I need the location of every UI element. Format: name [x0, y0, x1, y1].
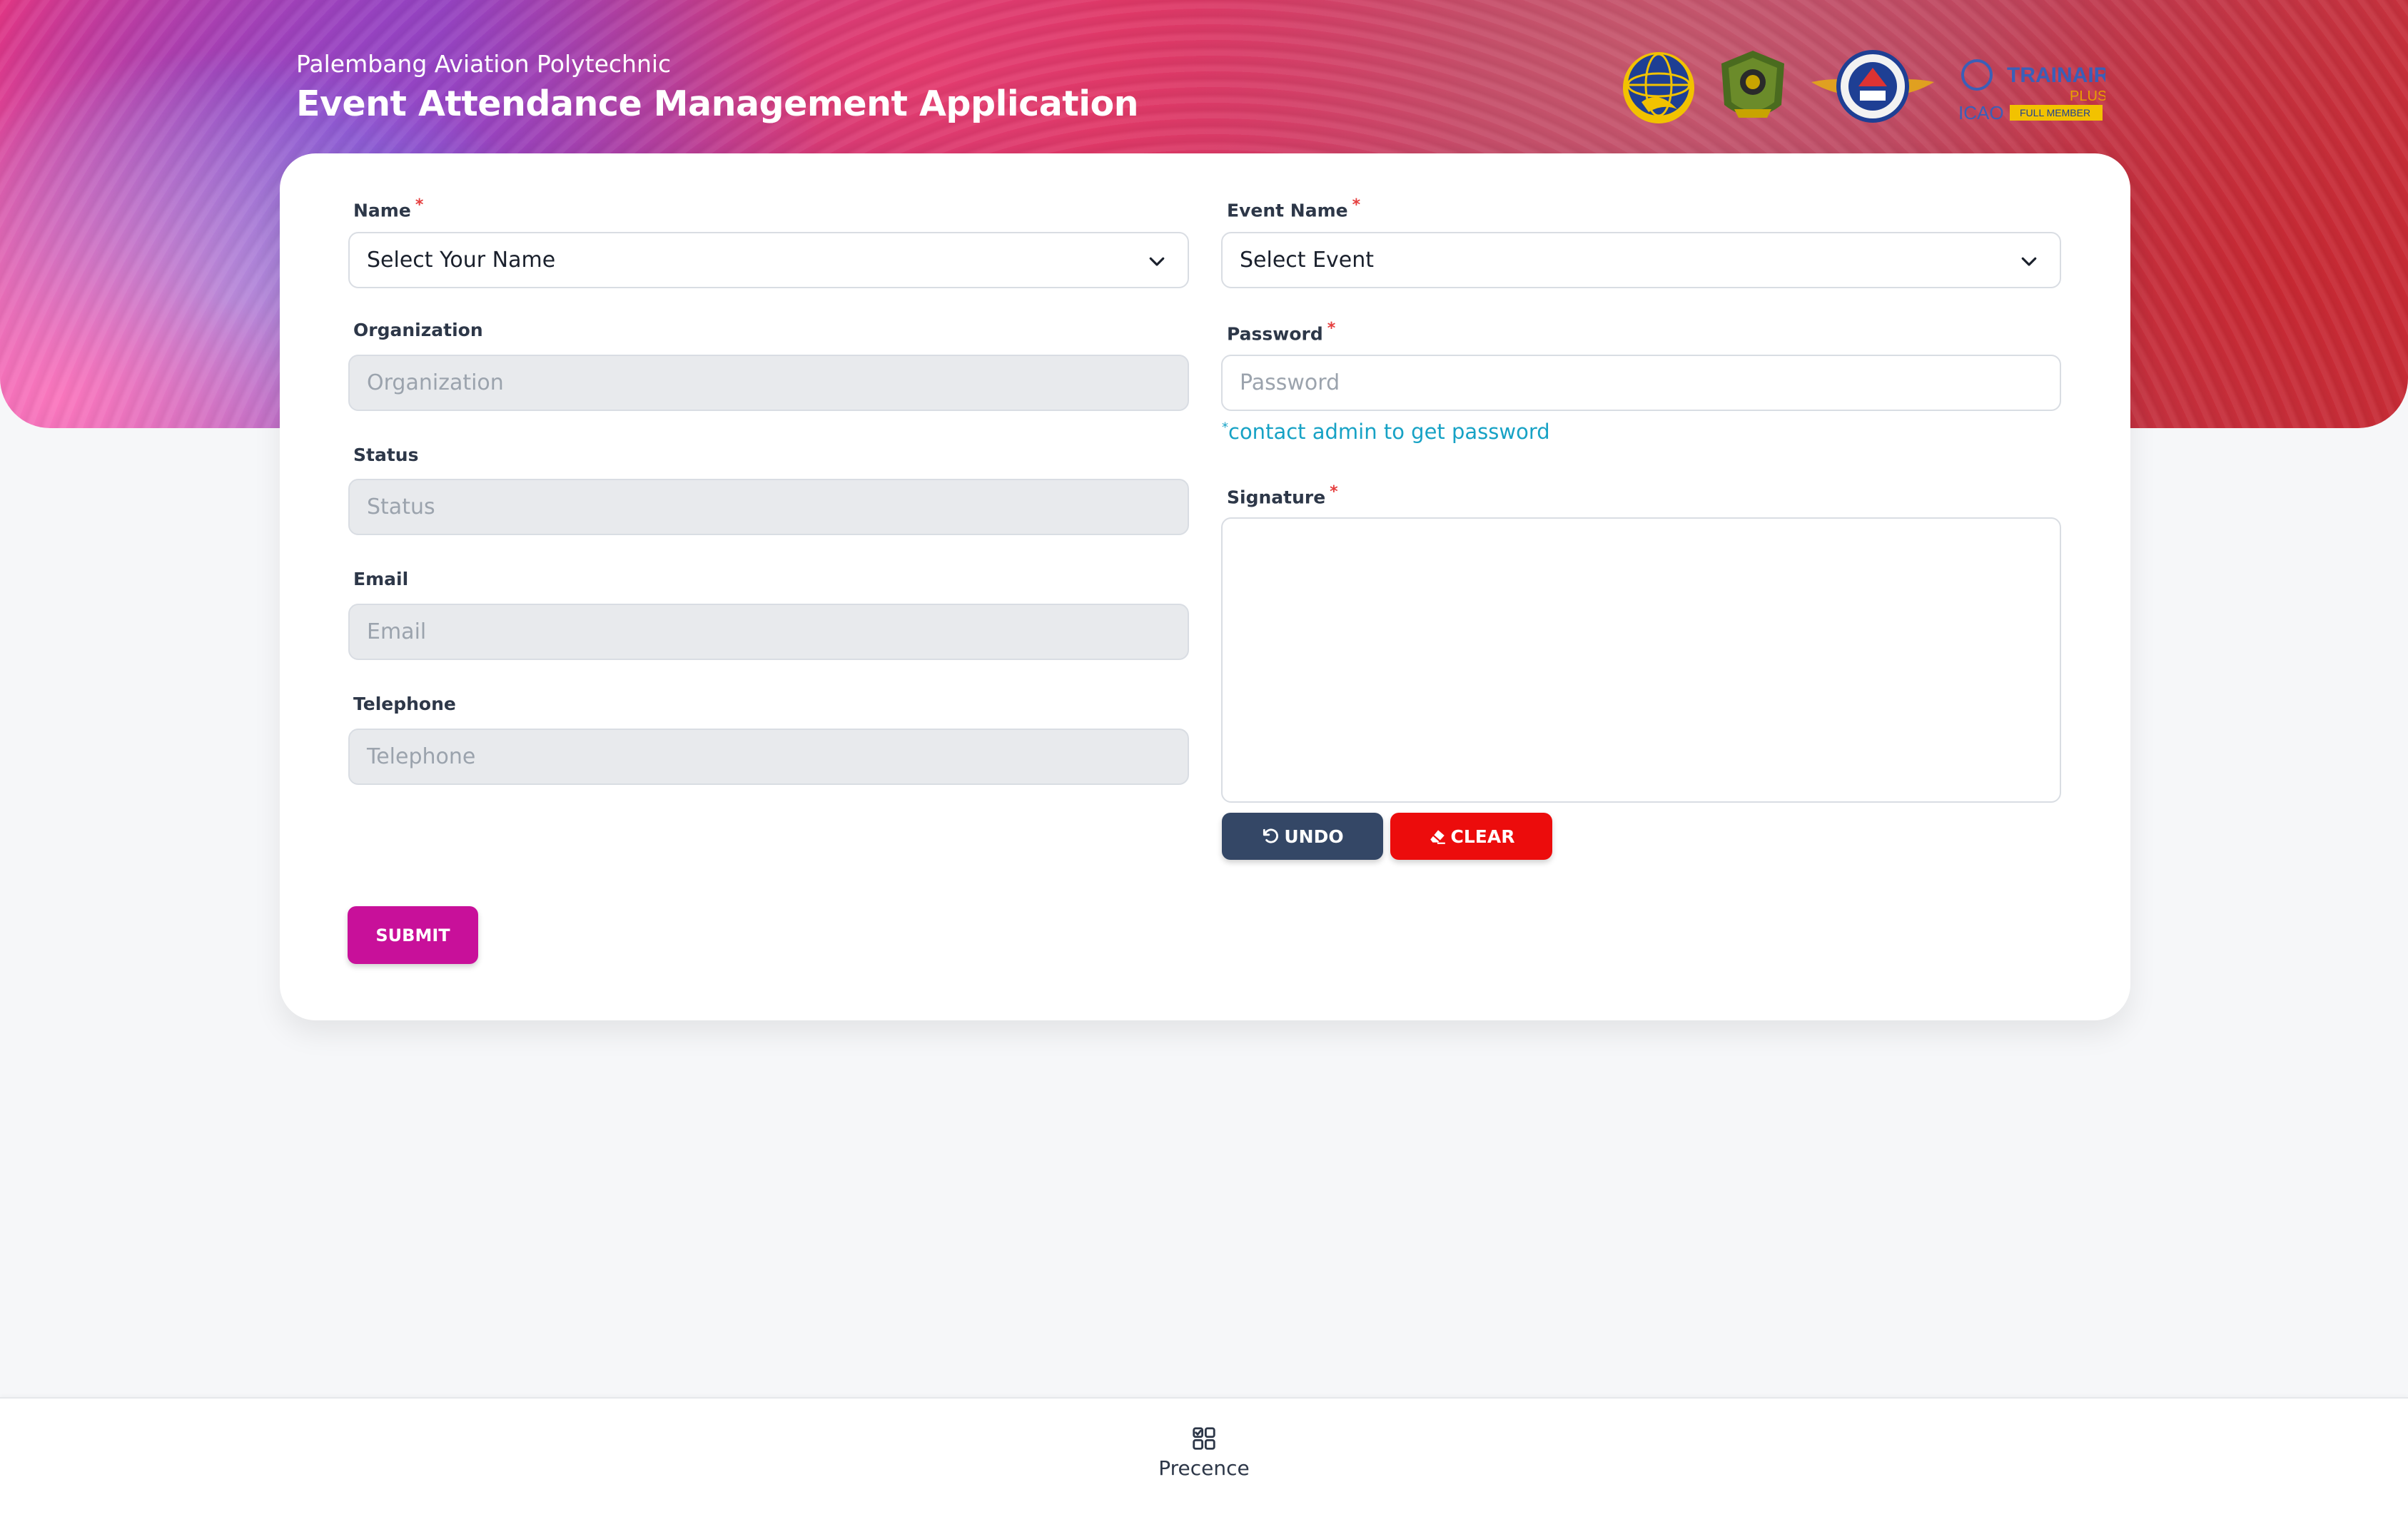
- email-field[interactable]: Email: [348, 604, 1189, 660]
- event-name-label-text: Event Name: [1227, 200, 1348, 221]
- organization-placeholder: Organization: [367, 370, 504, 395]
- chevron-down-icon: [1149, 257, 1165, 266]
- event-select-value: Select Event: [1240, 248, 1375, 273]
- password-label-text: Password: [1227, 323, 1323, 345]
- undo-label: UNDO: [1284, 826, 1344, 847]
- military-emblem-logo: [1721, 51, 1784, 118]
- status-label: Status: [353, 445, 419, 465]
- required-mark: *: [1330, 483, 1338, 501]
- logo-trainair-text: TRAINAIR: [2007, 64, 2105, 87]
- header-subtitle: Palembang Aviation Polytechnic: [296, 50, 672, 78]
- logo-member-text: FULL MEMBER: [2020, 107, 2090, 118]
- nav-label-precence: Precence: [1158, 1456, 1250, 1480]
- password-hint[interactable]: *contact admin to get password: [1222, 420, 1550, 444]
- password-label: Password *: [1227, 320, 1335, 344]
- required-mark: *: [1352, 196, 1361, 214]
- ministry-globe-logo: [1623, 51, 1694, 123]
- required-mark: *: [415, 196, 424, 214]
- clear-label: CLEAR: [1450, 826, 1515, 847]
- header-text: Palembang Aviation Polytechnic Event Att…: [296, 50, 1139, 124]
- name-label-text: Name: [353, 200, 411, 221]
- chevron-down-icon: [2021, 257, 2037, 266]
- signature-label-text: Signature: [1227, 487, 1326, 508]
- nav-item-precence[interactable]: Precence: [1133, 1425, 1275, 1480]
- status-placeholder: Status: [367, 494, 435, 519]
- event-name-label: Event Name *: [1227, 196, 1360, 220]
- hint-mark: *: [1222, 420, 1228, 435]
- logo-icao-text: ICAO: [1958, 102, 2004, 123]
- logo-plus-text: PLUS: [2070, 88, 2105, 104]
- password-hint-text: contact admin to get password: [1228, 420, 1550, 444]
- organization-field[interactable]: Organization: [348, 355, 1189, 411]
- undo-icon: [1263, 828, 1279, 843]
- name-select[interactable]: Select Your Name: [348, 232, 1189, 288]
- attendance-form-card: Name * Select Your Name Organization Orga…: [280, 153, 2130, 1020]
- required-mark: *: [1327, 320, 1336, 338]
- status-field[interactable]: Status: [348, 479, 1189, 535]
- telephone-field[interactable]: Telephone: [348, 729, 1189, 785]
- submit-label: SUBMIT: [375, 925, 450, 945]
- telephone-label: Telephone: [353, 694, 456, 714]
- submit-button[interactable]: SUBMIT: [348, 906, 478, 964]
- email-label: Email: [353, 569, 409, 589]
- clear-button[interactable]: CLEAR: [1390, 813, 1552, 860]
- event-select[interactable]: Select Event: [1221, 232, 2061, 288]
- bottom-navigation: Precence: [0, 1397, 2408, 1517]
- eraser-icon: [1430, 830, 1445, 844]
- page-title: Event Attendance Management Application: [296, 83, 1139, 124]
- password-placeholder: Password: [1240, 370, 1340, 395]
- trainair-plus-logo: ICAO TRAINAIR PLUS FULL MEMBER: [1958, 59, 2105, 123]
- name-label: Name *: [353, 196, 423, 220]
- undo-button[interactable]: UNDO: [1222, 813, 1383, 860]
- signature-pad[interactable]: [1221, 517, 2061, 803]
- partner-logos: ICAO TRAINAIR PLUS FULL MEMBER: [1620, 44, 2105, 133]
- grid-check-icon: [1193, 1427, 1215, 1450]
- signature-label: Signature *: [1227, 483, 1338, 507]
- telephone-placeholder: Telephone: [367, 744, 476, 769]
- poltekbang-wings-logo: [1811, 49, 1934, 123]
- name-select-value: Select Your Name: [367, 248, 556, 273]
- organization-label: Organization: [353, 320, 483, 340]
- email-placeholder: Email: [367, 619, 427, 644]
- password-field[interactable]: Password: [1221, 355, 2061, 411]
